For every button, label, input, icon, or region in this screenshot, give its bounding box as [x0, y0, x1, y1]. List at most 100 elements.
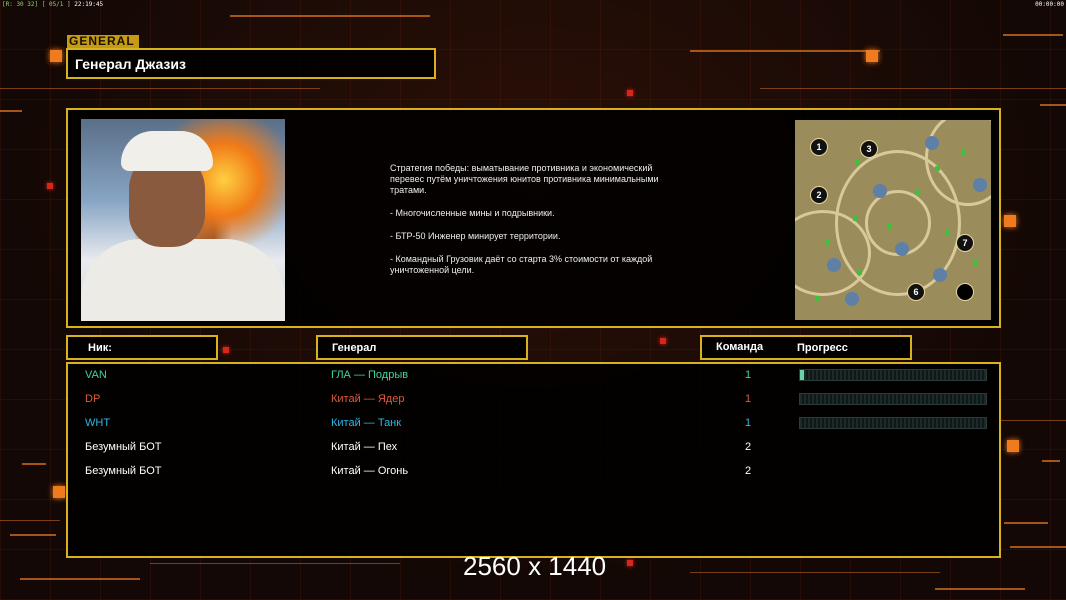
column-label-progress: Прогресс	[797, 342, 848, 354]
decor-line	[935, 588, 1025, 590]
decor-square	[53, 486, 65, 498]
column-label-team: Команда	[716, 341, 764, 353]
loading-progress-bar	[799, 393, 987, 405]
decor-square	[50, 50, 62, 62]
column-header-team-progress: Команда Прогресс	[700, 335, 912, 360]
decor-line	[0, 110, 22, 112]
map-tree	[853, 216, 858, 221]
decor-line	[1004, 522, 1048, 524]
map-lake	[845, 292, 859, 306]
debug-status: [R: 30 32] [ 05/1 ] 22:19:45	[2, 1, 103, 8]
decor-line	[1040, 104, 1066, 106]
player-general: Китай — Танк	[331, 417, 402, 429]
map-tree	[815, 296, 820, 301]
decor-line	[0, 520, 60, 521]
decor-square	[627, 560, 633, 566]
progress-fill	[800, 370, 804, 380]
strategy-point: - БТР-50 Инженер минирует территории.	[390, 231, 561, 241]
map-lake	[973, 178, 987, 192]
map-start-slot: 3	[860, 140, 878, 158]
player-nick: VAN	[85, 369, 107, 381]
map-tree	[887, 224, 892, 229]
player-nick: Безумный БОТ	[85, 441, 162, 453]
decor-line	[0, 88, 320, 89]
column-label-general: Генерал	[332, 342, 377, 354]
decor-line	[22, 463, 46, 465]
map-lake	[933, 268, 947, 282]
map-tree	[825, 240, 830, 245]
map-start-slot: 6	[907, 283, 925, 301]
decor-square	[660, 338, 666, 344]
player-general: Китай — Огонь	[331, 465, 409, 477]
map-tree	[915, 190, 920, 195]
victory-strategy-text: Стратегия победы: выматывание противника…	[390, 163, 710, 288]
player-nick: WHT	[85, 417, 111, 429]
map-start-slot: 7	[956, 234, 974, 252]
general-title-box: Генерал Джазиз	[66, 48, 436, 79]
player-team: 1	[745, 393, 752, 405]
map-tree	[935, 166, 940, 171]
map-lake	[925, 136, 939, 150]
column-header-nick: Ник:	[66, 335, 218, 360]
map-lake	[895, 242, 909, 256]
map-tree	[945, 230, 950, 235]
decor-square	[627, 90, 633, 96]
player-general: ГЛА — Подрыв	[331, 369, 409, 381]
loading-progress-bar	[799, 369, 987, 381]
map-tree	[857, 270, 862, 275]
general-tag: GENERAL	[67, 35, 139, 48]
decor-line	[1010, 546, 1066, 548]
decor-square	[47, 183, 53, 189]
decor-line	[230, 15, 430, 17]
game-timer: 00:00:00	[1035, 1, 1064, 8]
decor-line	[760, 88, 1066, 89]
decor-line	[10, 534, 56, 536]
player-row: VAN ГЛА — Подрыв 1	[68, 366, 999, 386]
map-start-slot: 1	[810, 138, 828, 156]
decor-line	[150, 563, 400, 564]
debug-status-text: [R: 30 32] [ 05/1 ]	[2, 1, 71, 8]
player-nick: DP	[85, 393, 101, 405]
players-table: VAN ГЛА — Подрыв 1 DP Китай — Ядер 1 WHT…	[66, 362, 1001, 558]
strategy-summary: Стратегия победы: выматывание противника…	[390, 163, 659, 195]
player-general: Китай — Пех	[331, 441, 398, 453]
debug-clock: 22:19:45	[74, 1, 104, 8]
player-team: 1	[745, 369, 752, 381]
map-tree	[961, 150, 966, 155]
decor-line	[1000, 420, 1066, 421]
resolution-overlay: 2560 x 1440	[463, 551, 607, 581]
player-row: DP Китай — Ядер 1	[68, 390, 999, 410]
map-tree	[855, 160, 860, 165]
player-row: Безумный БОТ Китай — Пех 2	[68, 438, 999, 458]
map-start-slot: 2	[810, 186, 828, 204]
decor-line	[1003, 34, 1063, 36]
decor-line	[690, 572, 940, 573]
strategy-point: - Командный Грузовик даёт со старта 3% с…	[390, 254, 653, 275]
decor-line	[1042, 460, 1060, 462]
player-row: Безумный БОТ Китай — Огонь 2	[68, 462, 999, 482]
map-lake	[827, 258, 841, 272]
strategy-point: - Многочисленные мины и подрывники.	[390, 208, 555, 218]
map-preview: 1 3 2 7 6	[795, 120, 991, 320]
decor-line	[20, 578, 140, 580]
player-team: 2	[745, 465, 752, 477]
map-tree	[973, 260, 978, 265]
decor-square	[223, 347, 229, 353]
player-team: 2	[745, 441, 752, 453]
general-portrait	[81, 119, 285, 321]
map-lake	[873, 184, 887, 198]
decor-square	[1004, 215, 1016, 227]
player-nick: Безумный БОТ	[85, 465, 162, 477]
general-name: Генерал Джазиз	[75, 56, 186, 72]
player-row: WHT Китай — Танк 1	[68, 414, 999, 434]
decor-square	[1007, 440, 1019, 452]
loading-progress-bar	[799, 417, 987, 429]
player-team: 1	[745, 417, 752, 429]
decor-line	[690, 50, 880, 52]
map-start-slot	[956, 283, 974, 301]
column-header-general: Генерал	[316, 335, 528, 360]
general-info-panel: Стратегия победы: выматывание противника…	[66, 108, 1001, 328]
decor-square	[866, 50, 878, 62]
column-label-nick: Ник:	[88, 342, 112, 354]
player-general: Китай — Ядер	[331, 393, 405, 405]
